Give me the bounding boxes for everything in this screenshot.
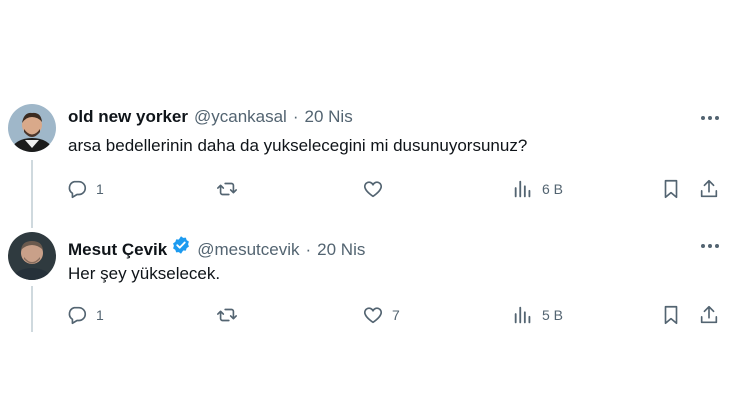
reply-icon <box>68 306 87 325</box>
reply-button[interactable]: 1 <box>66 302 104 328</box>
views-icon <box>514 180 531 198</box>
views-button[interactable]: 5 B <box>512 302 563 328</box>
share-button[interactable] <box>698 302 720 328</box>
repost-icon <box>217 308 237 322</box>
repost-icon <box>217 182 237 196</box>
like-icon <box>363 307 383 324</box>
bookmark-icon <box>664 179 678 199</box>
author-name[interactable]: Mesut Çevik <box>68 240 167 260</box>
separator: · <box>305 240 312 259</box>
reply-button[interactable]: 1 <box>66 176 104 202</box>
bookmark-button[interactable] <box>660 176 682 202</box>
like-count: 7 <box>392 307 400 323</box>
author-name[interactable]: old new yorker <box>68 107 188 127</box>
views-icon <box>514 306 531 324</box>
tweet-text: arsa bedellerinin daha da yukselecegini … <box>68 136 528 155</box>
tweet-header: Mesut Çevik @mesutcevik · 20 Nis <box>68 235 720 260</box>
like-button[interactable] <box>362 176 392 202</box>
share-icon <box>700 305 718 324</box>
thread-connector <box>31 160 33 228</box>
more-icon[interactable] <box>698 236 722 256</box>
tweet-date[interactable]: 20 Nis <box>317 240 365 260</box>
views-count: 6 B <box>542 181 564 197</box>
tweet-actions: 1 6 B <box>66 176 724 202</box>
avatar[interactable] <box>8 104 56 152</box>
tweet-text: Her şey yükselecek. <box>68 264 221 283</box>
tweet-actions: 1 7 5 B <box>66 302 724 328</box>
author-handle[interactable]: @ycankasal <box>194 107 287 127</box>
share-button[interactable] <box>698 176 720 202</box>
verified-badge-icon <box>173 236 190 254</box>
separator: · <box>292 107 299 126</box>
avatar[interactable] <box>8 232 56 280</box>
more-icon[interactable] <box>698 108 722 128</box>
share-icon <box>700 179 718 198</box>
reply-count: 1 <box>96 181 104 197</box>
like-button[interactable]: 7 <box>362 302 400 328</box>
reply-icon <box>68 180 87 199</box>
bookmark-icon <box>664 305 678 325</box>
views-count: 5 B <box>542 307 564 323</box>
thread-connector <box>31 286 33 332</box>
tweet-date[interactable]: 20 Nis <box>305 107 353 127</box>
repost-button[interactable] <box>216 176 246 202</box>
reply-count: 1 <box>96 307 104 323</box>
like-icon <box>363 181 383 198</box>
author-handle[interactable]: @mesutcevik <box>197 240 299 260</box>
tweet-header: old new yorker @ycankasal · 20 Nis <box>68 107 720 127</box>
bookmark-button[interactable] <box>660 302 682 328</box>
repost-button[interactable] <box>216 302 246 328</box>
views-button[interactable]: 6 B <box>512 176 563 202</box>
